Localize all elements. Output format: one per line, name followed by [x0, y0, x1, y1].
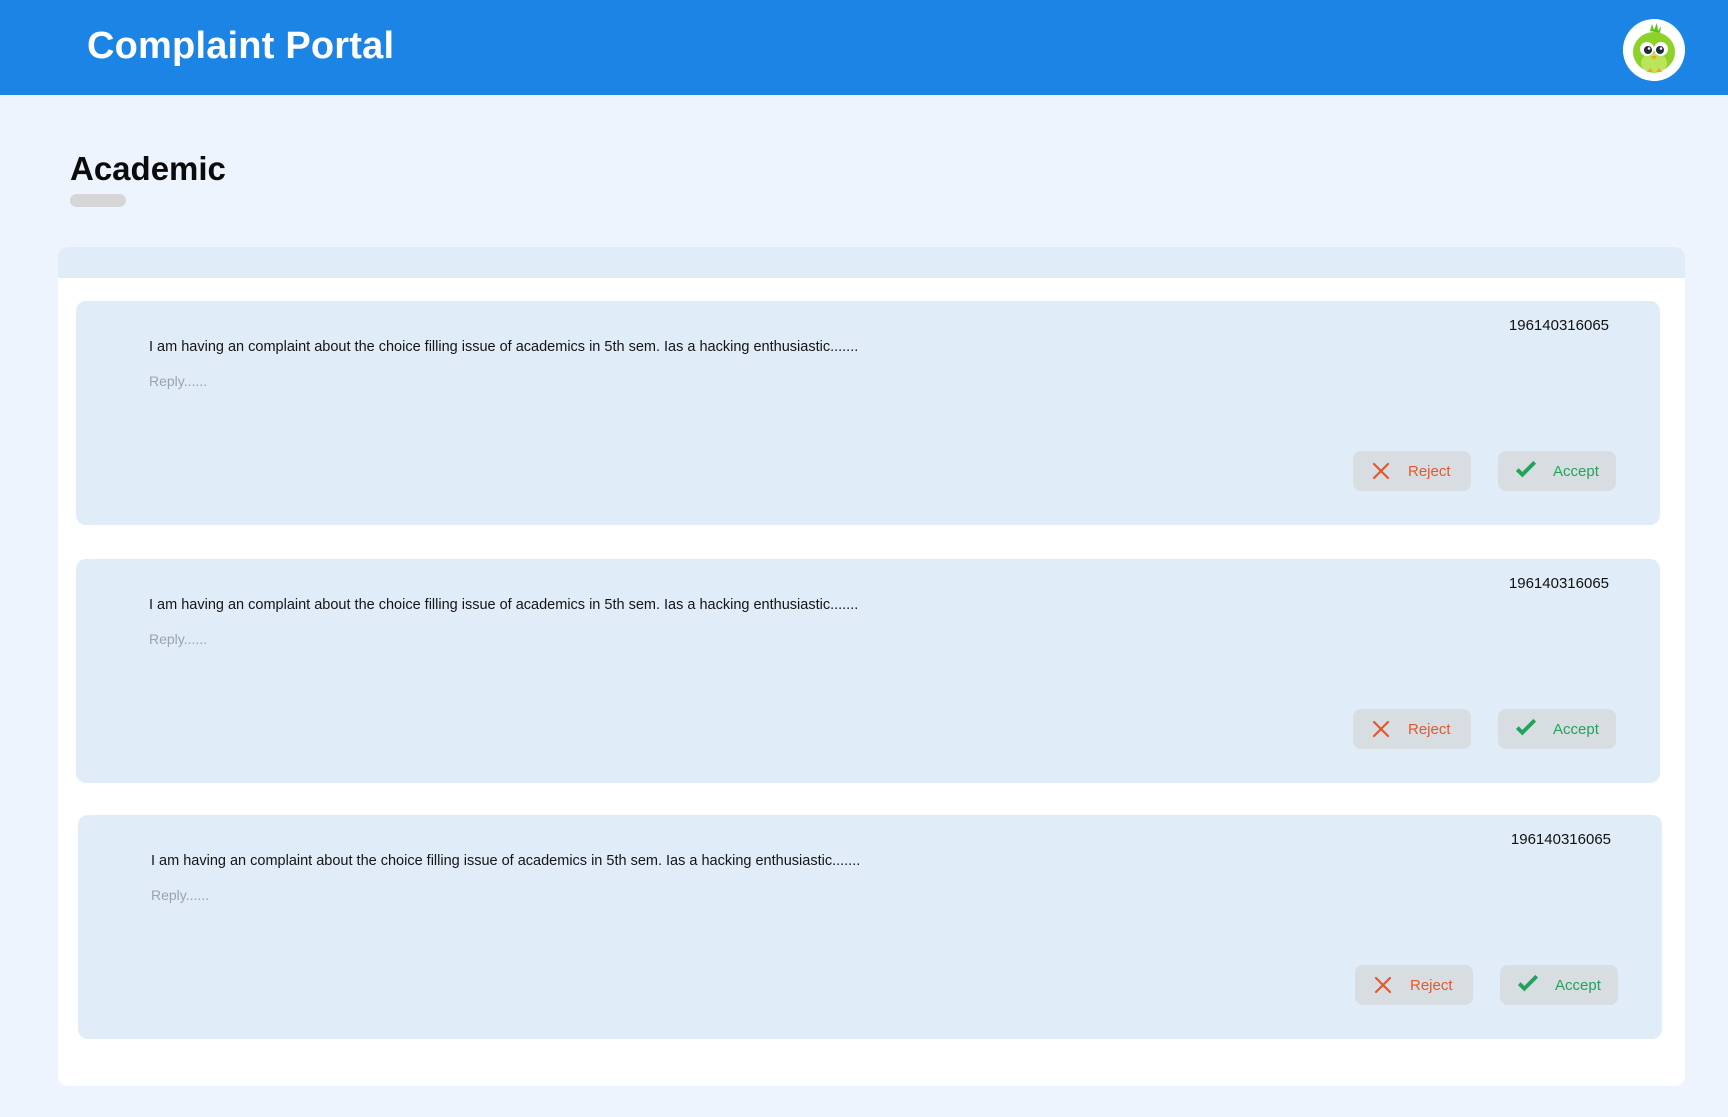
top-header: Complaint Portal [0, 0, 1728, 95]
accept-label: Accept [1553, 462, 1599, 480]
reply-field[interactable]: Reply...... [149, 631, 207, 647]
reject-label: Reject [1408, 462, 1451, 480]
complaint-id: 196140316065 [1510, 831, 1611, 848]
title-underline [70, 194, 126, 207]
complaint-card: 196140316065 I am having an complaint ab… [76, 559, 1660, 783]
reject-button[interactable]: Reject [1353, 709, 1471, 749]
complaint-card: 196140316065 I am having an complaint ab… [78, 815, 1662, 1039]
page-title: Academic [70, 150, 226, 187]
reply-field[interactable]: Reply...... [151, 887, 209, 903]
reply-field[interactable]: Reply...... [149, 373, 207, 389]
accept-button[interactable]: Accept [1498, 709, 1616, 749]
complaints-panel: 196140316065 I am having an complaint ab… [58, 247, 1685, 1086]
complaint-message: I am having an complaint about the choic… [151, 853, 861, 869]
complaint-message: I am having an complaint about the choic… [149, 339, 859, 355]
complaint-id: 196140316065 [1508, 317, 1609, 334]
complaint-card: 196140316065 I am having an complaint ab… [76, 301, 1660, 525]
close-icon [1370, 718, 1392, 740]
close-icon [1372, 974, 1394, 996]
accept-button[interactable]: Accept [1498, 451, 1616, 491]
panel-header-bar [58, 247, 1685, 278]
reject-button[interactable]: Reject [1353, 451, 1471, 491]
accept-label: Accept [1553, 720, 1599, 738]
user-avatar[interactable] [1623, 19, 1685, 81]
complaint-id: 196140316065 [1508, 575, 1609, 592]
accept-label: Accept [1555, 976, 1601, 994]
complaint-message: I am having an complaint about the choic… [149, 597, 859, 613]
reject-label: Reject [1408, 720, 1451, 738]
close-icon [1370, 460, 1392, 482]
checkmark-icon [1515, 718, 1537, 740]
reject-button[interactable]: Reject [1355, 965, 1473, 1005]
checkmark-icon [1515, 460, 1537, 482]
reject-label: Reject [1410, 976, 1453, 994]
app-title: Complaint Portal [87, 25, 395, 67]
accept-button[interactable]: Accept [1500, 965, 1618, 1005]
checkmark-icon [1517, 974, 1539, 996]
bird-mascot-avatar-icon [1623, 19, 1685, 81]
